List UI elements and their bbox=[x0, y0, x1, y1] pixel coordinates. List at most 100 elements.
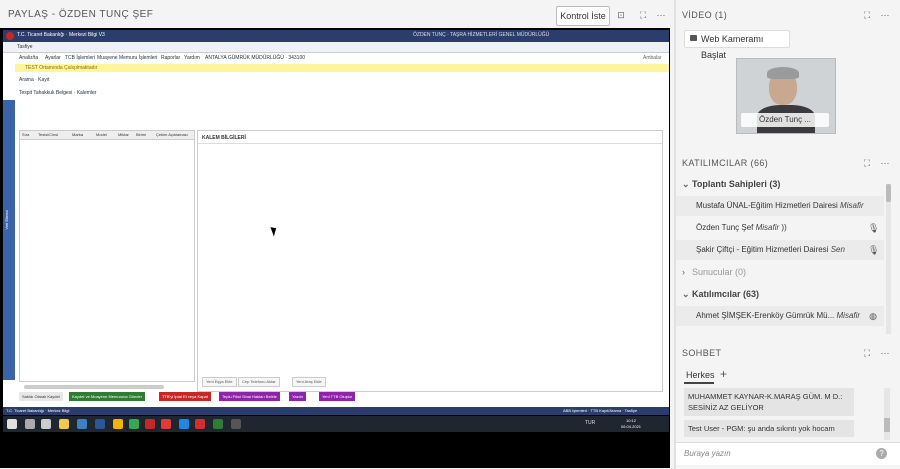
participant-name: Mustafa ÜNAL-Eğitim Hizmetleri Dairesi bbox=[696, 201, 838, 210]
item-details-pane: KALEM BİLGİLERİ Yeni Eşya Ekle Cep Telef… bbox=[197, 130, 663, 392]
microphone-muted-icon[interactable]: 🎙 bbox=[868, 245, 879, 255]
app-icon[interactable] bbox=[161, 419, 171, 429]
chrome-icon[interactable] bbox=[129, 419, 139, 429]
group-presenters[interactable]: › Sunucular (0) bbox=[682, 267, 746, 277]
app-icon[interactable] bbox=[195, 419, 205, 429]
chat-input[interactable]: Buraya yazın ? bbox=[676, 442, 900, 465]
grid-col[interactable]: Sıra bbox=[22, 132, 29, 137]
app-logo-icon bbox=[6, 32, 14, 40]
status-right: ABB İşlemleri · TTB Kayıt/Arama · Tasfiy… bbox=[563, 408, 638, 413]
fit-to-screen-icon[interactable]: ⊡ bbox=[616, 10, 626, 20]
participant-row[interactable]: Ahmet ŞİMŞEK-Erenköy Gümrük Mü... Misafi… bbox=[676, 306, 884, 326]
participant-label: Şakir Çiftçi - Eğitim Hizmetleri Dairesi… bbox=[696, 240, 845, 260]
grid-col[interactable]: Miktar bbox=[118, 132, 129, 137]
app-tab-tasfiye[interactable]: Tasfiye bbox=[17, 44, 33, 50]
grid-col[interactable]: Çekim Açıklaması bbox=[156, 132, 188, 137]
app-icon[interactable] bbox=[95, 419, 105, 429]
left-side-strip[interactable]: Veri Ekranı bbox=[3, 100, 15, 380]
test-env-warning: TEST Ortamında Çalışılmaktadır bbox=[15, 64, 669, 72]
new-ttb-button[interactable]: Yeni TTB Oluştur bbox=[319, 392, 356, 401]
fullscreen-icon[interactable]: ⛶ bbox=[638, 10, 648, 20]
items-grid: Sıra Tesisi/Cinsi Marka Model Miktar Bir… bbox=[19, 130, 195, 389]
menu-item[interactable]: Yardım bbox=[184, 55, 200, 61]
menu-item[interactable]: TCB İşlemleri bbox=[65, 55, 95, 61]
app-menu-bar: Analiz/ta Ayarlar TCB İşlemleri Muayene … bbox=[3, 53, 669, 63]
chat-scrollbar[interactable] bbox=[884, 388, 890, 440]
more-options-icon[interactable]: ⋯ bbox=[880, 158, 890, 168]
start-icon[interactable] bbox=[7, 419, 17, 429]
request-control-button[interactable]: Kontrol İste bbox=[556, 6, 610, 26]
app-subtabs-secondary[interactable]: Tespit Tahakkuk Belgesi · Kalemler bbox=[19, 90, 96, 96]
more-options-icon[interactable]: ⋯ bbox=[880, 348, 890, 358]
grid-col[interactable]: Model bbox=[96, 132, 107, 137]
status-left: T.C. Ticaret Bakanlığı · Merkez Bilgi bbox=[6, 408, 70, 413]
grid-col[interactable]: Marka bbox=[72, 132, 83, 137]
chat-input-placeholder: Buraya yazın bbox=[684, 449, 731, 458]
video-person-hair bbox=[767, 67, 799, 79]
add-chat-icon[interactable]: + bbox=[720, 367, 727, 381]
video-tile[interactable]: Özden Tunç ... bbox=[736, 58, 836, 134]
more-options-icon[interactable]: ⋯ bbox=[880, 10, 890, 20]
participant-row[interactable]: Özden Tunç Şef Misafir )) 🎙 bbox=[676, 218, 884, 238]
microphone-icon[interactable]: 🎙 bbox=[868, 223, 879, 233]
help-icon[interactable]: ? bbox=[876, 448, 887, 459]
add-item-button[interactable]: Yeni Eşya Ekle bbox=[202, 377, 237, 387]
menu-item[interactable]: Raporlar bbox=[161, 55, 180, 61]
video-section: VİDEO (1) ⛶ ⋯ Web Kameramı Başlat Özden … bbox=[676, 0, 900, 148]
participant-role: Misafir bbox=[836, 311, 861, 320]
fullscreen-icon[interactable]: ⛶ bbox=[862, 158, 872, 168]
menu-item[interactable]: Ayarlar bbox=[45, 55, 61, 61]
participant-row[interactable]: Şakir Çiftçi - Eğitim Hizmetleri Dairesi… bbox=[676, 240, 884, 260]
cancel-ttb-button[interactable]: TTB'yi İptal Et veya Kapat bbox=[159, 392, 211, 401]
app-icon[interactable] bbox=[145, 419, 155, 429]
file-explorer-icon[interactable] bbox=[59, 419, 69, 429]
chevron-down-icon: ⌄ bbox=[682, 289, 690, 299]
app-icon[interactable] bbox=[77, 419, 87, 429]
start-webcam-button[interactable]: Web Kameramı Başlat bbox=[684, 30, 790, 60]
save-and-send-button[interactable]: Kaydet ve Muayene Memuruna Gönder bbox=[69, 392, 146, 401]
add-vehicle-button[interactable]: Yeni Araç Ekle bbox=[292, 377, 326, 387]
app-icon[interactable] bbox=[113, 419, 123, 429]
share-header: PAYLAŞ - ÖZDEN TUNÇ ŞEF Kontrol İste ⊡ ⛶… bbox=[0, 0, 674, 28]
app-subtabs[interactable]: Arama · Kayıt bbox=[19, 77, 50, 83]
grid-header: Sıra Tesisi/Cinsi Marka Model Miktar Bir… bbox=[20, 131, 194, 140]
save-as-sold-button[interactable]: Satıldı Olarak Kaydet bbox=[19, 392, 63, 401]
search-icon[interactable] bbox=[25, 419, 35, 429]
edge-icon[interactable] bbox=[179, 419, 189, 429]
app-titlebar: T.C. Ticaret Bakanlığı · Merkezi Bilgi V… bbox=[3, 30, 669, 42]
print-button[interactable]: Yazdır bbox=[289, 392, 307, 401]
set-rights-button[interactable]: Teplu Fiksi Sinai Hakları Belirle bbox=[219, 392, 280, 401]
transfer-phone-button[interactable]: Cep Telefonu Aktar bbox=[238, 377, 280, 387]
chat-tab-everyone[interactable]: Herkes bbox=[686, 370, 715, 380]
taskbar-clock[interactable]: 10:12 06.04.2021 bbox=[621, 418, 641, 430]
group-hosts[interactable]: ⌄ Toplantı Sahipleri (3) bbox=[682, 179, 780, 190]
menu-item[interactable]: Muayene Memuru İşlemleri bbox=[97, 55, 157, 61]
menu-right[interactable]: Ambalar bbox=[643, 55, 662, 61]
grid-col[interactable]: Tesisi/Cinsi bbox=[38, 132, 58, 137]
menu-item[interactable]: Analiz/ta bbox=[19, 55, 38, 61]
system-tray[interactable]: TUR bbox=[585, 420, 595, 426]
participant-role: Misafir bbox=[840, 201, 864, 210]
participants-scrollbar[interactable] bbox=[886, 184, 891, 334]
fullscreen-icon[interactable]: ⛶ bbox=[862, 348, 872, 358]
group-attendees-label: Katılımcılar (63) bbox=[692, 289, 760, 299]
grid-col[interactable]: Birimi bbox=[136, 132, 146, 137]
participant-row[interactable]: Mustafa ÜNAL-Eğitim Hizmetleri Dairesi M… bbox=[676, 196, 884, 216]
active-tab-indicator bbox=[684, 382, 714, 384]
more-options-icon[interactable]: ⋯ bbox=[656, 10, 666, 20]
group-attendees[interactable]: ⌄ Katılımcılar (63) bbox=[682, 289, 759, 300]
video-title: VİDEO (1) bbox=[682, 10, 728, 20]
task-view-icon[interactable] bbox=[41, 419, 51, 429]
grid-scrollbar[interactable] bbox=[24, 385, 164, 389]
app-tabstrip: Tasfiye bbox=[3, 42, 669, 53]
remote-app-window: T.C. Ticaret Bakanlığı · Merkezi Bilgi V… bbox=[3, 30, 669, 415]
fullscreen-icon[interactable]: ⛶ bbox=[862, 10, 872, 20]
excel-icon[interactable] bbox=[213, 419, 223, 429]
clock-date: 06.04.2021 bbox=[621, 424, 642, 429]
scrollbar-thumb[interactable] bbox=[884, 418, 890, 432]
chevron-right-icon: › bbox=[682, 267, 685, 277]
item-details-title: KALEM BİLGİLERİ bbox=[202, 135, 246, 141]
scrollbar-thumb[interactable] bbox=[886, 184, 891, 202]
app-icon[interactable] bbox=[231, 419, 241, 429]
participant-role: Sen bbox=[830, 245, 845, 254]
